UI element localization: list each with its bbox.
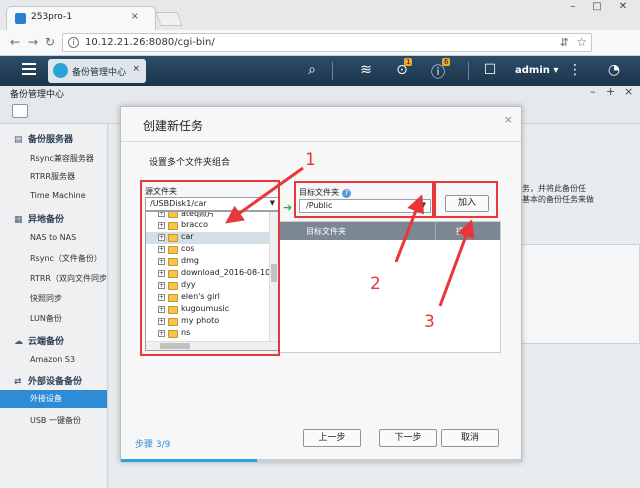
address-bar-row: ← → ↻ i 10.12.21.26:8080/cgi-bin/ ⇵ ☆ ◉ … [0,30,640,78]
browser-tab[interactable]: 253pro-1 × [6,6,156,30]
favicon-icon [15,13,26,24]
sync-icon: ⇄ [14,377,22,387]
app-window-header: 备份管理中心 – + × [0,85,640,100]
remote-icon: ▦ [14,215,23,225]
annotation-number-2: 2 [370,274,381,294]
sidebar-section-backup-server: ▤ 备份服务器 [14,135,74,145]
background-panel [514,244,640,344]
bookmark-star-icon[interactable]: ☆ [576,35,587,49]
sidebar-item-nas-to-nas[interactable]: NAS to NAS [0,230,107,248]
translate-icon[interactable]: ⇵ [560,36,569,49]
sidebar-item-rtrr[interactable]: RTRR（双向文件同步 [0,270,107,288]
event-badge: 6 [442,58,451,66]
url-input[interactable]: i 10.12.21.26:8080/cgi-bin/ ⇵ ☆ [62,33,592,52]
browser-tabbar: 253pro-1 × – □ ✕ [0,0,640,30]
app-close-button[interactable]: × [624,85,633,98]
maximize-button[interactable]: □ [586,1,608,13]
reload-icon[interactable]: ↻ [45,35,55,49]
user-avatar-icon[interactable]: ☐ [480,62,500,78]
sidebar-item-snapshot-sync[interactable]: 快照同步 [0,290,107,308]
window-close-button[interactable]: ✕ [612,1,634,13]
step-indicator: 步骤 3/9 [135,440,171,450]
qts-header: 备份管理中心 × ⌕ ≋ ⊙ 1 ⓘ 6 ☐ admin ▾ ⋮ ◔ [0,56,640,86]
sidebar-item-amazon-s3[interactable]: Amazon S3 [0,352,107,370]
cloud-icon: ☁ [14,337,23,347]
backup-app-icon [53,63,68,78]
info-icon[interactable]: i [68,37,79,48]
divider [121,141,521,142]
wizard-progress-bar [121,459,521,462]
sidebar-item-rsync[interactable]: Rsync（文件备份） [0,250,107,268]
annotation-box-add [434,181,498,218]
sidebar-item-usb-one-touch[interactable]: USB 一键备份 [0,412,107,430]
divider [332,62,333,80]
divider [468,62,469,80]
minimize-button[interactable]: – [562,1,584,13]
background-text-1: 务，并将此备份任 [522,184,586,193]
more-options-icon[interactable]: ⋮ [565,62,585,78]
search-icon[interactable]: ⌕ [302,62,322,78]
folder-pairs-table: 目标文件夹 操 [279,221,501,353]
divider [435,222,436,240]
sidebar-section-external-backup: ⇄ 外部设备备份 [14,377,83,387]
dialog-close-icon[interactable]: × [504,113,513,126]
column-header-action: 操 [456,227,464,236]
server-icon: ▤ [14,135,23,145]
dialog-subtitle: 设置多个文件夹组合 [149,158,231,168]
user-menu[interactable]: admin ▾ [515,65,558,76]
back-icon[interactable]: ← [10,35,20,49]
sidebar-section-remote-backup: ▦ 异地备份 [14,215,65,225]
sidebar-item-lun-backup[interactable]: LUN备份 [0,310,107,328]
sidebar-item-time-machine[interactable]: Time Machine [0,188,107,206]
dialog-title: 创建新任务 [143,119,204,133]
tab-title: 253pro-1 [31,12,73,22]
annotation-number-1: 1 [305,150,316,170]
table-header: 目标文件夹 操 [280,222,500,240]
sidebar-item-rtrr-server[interactable]: RTRR服务器 [0,168,107,186]
annotation-box-dest [294,181,434,218]
annotation-box-source [140,180,280,356]
hamburger-menu-icon[interactable] [22,63,36,75]
sidebar-item-rsync-server[interactable]: Rsync兼容服务器 [0,150,107,168]
sidebar: ▤ 备份服务器 Rsync兼容服务器 RTRR服务器 Time Machine ▦… [0,124,108,488]
new-tab-button[interactable] [155,12,183,26]
tab-close-icon[interactable]: × [131,11,139,22]
arrow-right-icon: ➔ [283,201,293,214]
next-button[interactable]: 下一步 [379,429,437,447]
app-tab-label: 备份管理中心 [72,68,127,78]
background-text-2: 基本的备份任务来做 [522,195,594,204]
app-tab-close-icon[interactable]: × [132,64,140,74]
overview-icon[interactable] [12,104,28,118]
previous-button[interactable]: 上一步 [303,429,361,447]
app-maximize-button[interactable]: + [606,85,615,98]
sidebar-item-external-device[interactable]: 外接设备 [0,390,107,408]
annotation-number-3: 3 [424,312,435,332]
forward-icon[interactable]: → [28,35,38,49]
background-tasks-icon[interactable]: ≋ [356,62,376,78]
column-header-dest: 目标文件夹 [306,227,346,236]
progress-fill [121,459,257,462]
app-minimize-button[interactable]: – [590,85,596,98]
app-tab[interactable]: 备份管理中心 × [48,59,146,83]
notification-badge: 1 [404,58,413,66]
dashboard-icon[interactable]: ◔ [604,62,624,78]
cancel-button[interactable]: 取消 [441,429,499,447]
url-text: 10.12.21.26:8080/cgi-bin/ [85,37,215,48]
sidebar-section-cloud-backup: ☁ 云端备份 [14,337,65,347]
